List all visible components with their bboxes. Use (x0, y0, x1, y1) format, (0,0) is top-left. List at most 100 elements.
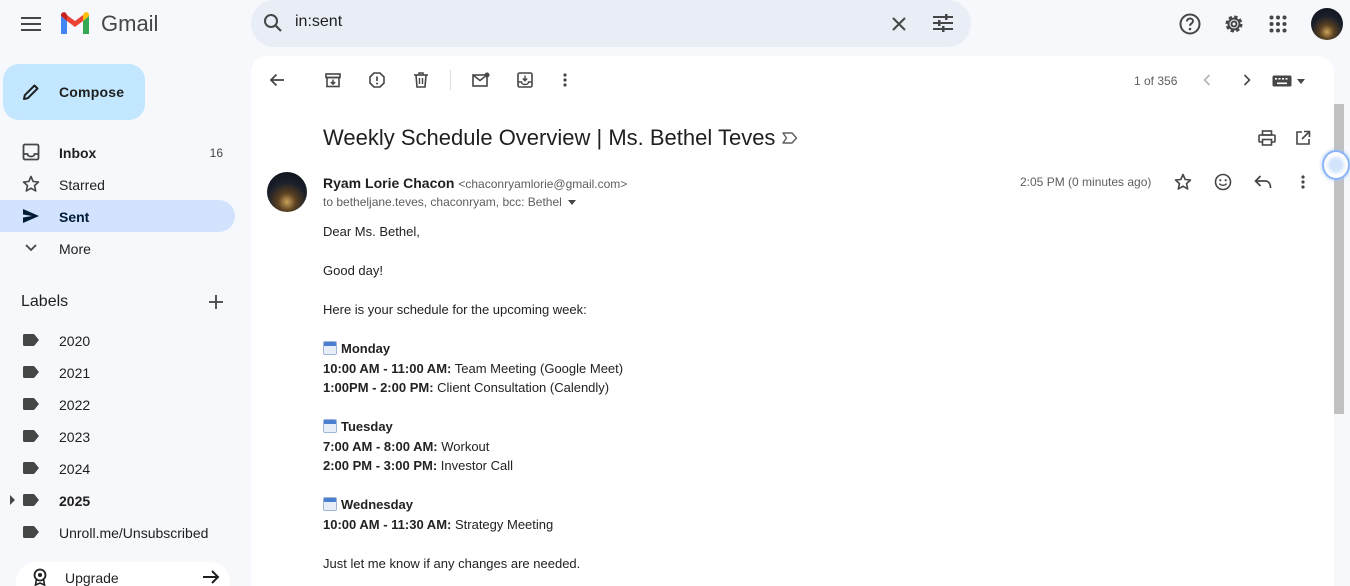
compose-button[interactable]: Compose (3, 64, 145, 120)
help-button[interactable] (1170, 4, 1210, 44)
arrow-left-icon (269, 73, 285, 87)
search-icon[interactable] (263, 13, 283, 33)
sidebar-item-label: Inbox (59, 145, 97, 161)
keyboard-icon (1272, 75, 1292, 87)
arrow-right-icon (202, 569, 220, 585)
label-item-unroll[interactable]: Unroll.me/Unsubscribed (0, 516, 235, 548)
send-icon (22, 207, 40, 225)
move-to-button[interactable] (509, 64, 541, 96)
greeting: Dear Ms. Bethel, (323, 224, 420, 239)
label-name: 2025 (59, 493, 91, 509)
email-subject: Weekly Schedule Overview | Ms. Bethel Te… (323, 125, 776, 150)
apps-button[interactable] (1258, 4, 1298, 44)
label-important-icon[interactable] (782, 131, 798, 145)
sidebar-item-more[interactable]: More (0, 232, 235, 264)
delete-button[interactable] (405, 64, 437, 96)
gmail-logo[interactable]: Gmail (59, 11, 159, 37)
label-item-2023[interactable]: 2023 (0, 420, 235, 452)
calendar-icon (323, 341, 337, 355)
report-icon (369, 72, 385, 88)
chevron-down-icon (24, 239, 38, 257)
settings-button[interactable] (1214, 4, 1254, 44)
add-label-icon[interactable] (208, 294, 224, 310)
reply-icon (1254, 174, 1272, 190)
move-to-inbox-icon (517, 72, 533, 88)
calendar-icon (323, 497, 337, 511)
schedule-entry: 10:00 AM - 11:00 AM: Team Meeting (Googl… (323, 360, 624, 376)
sidebar-item-inbox[interactable]: Inbox 16 (0, 136, 235, 168)
label-tag-icon (23, 366, 39, 378)
more-actions-button[interactable] (549, 64, 581, 96)
reply-button[interactable] (1247, 166, 1279, 198)
upgrade-label: Upgrade (65, 570, 119, 586)
main-menu-button[interactable] (11, 4, 51, 44)
labels-heading: Labels (21, 293, 69, 310)
label-item-2025[interactable]: 2025 (0, 484, 235, 516)
schedule-entry: 2:00 PM - 3:00 PM: Investor Call (323, 458, 514, 473)
sidebar-item-label: Sent (59, 209, 90, 225)
print-icon (1258, 130, 1276, 146)
label-item-2024[interactable]: 2024 (0, 452, 235, 484)
inbox-icon (22, 143, 40, 161)
close-icon[interactable] (891, 16, 907, 32)
back-button[interactable] (261, 64, 293, 96)
emoji-react-button[interactable] (1207, 166, 1239, 198)
trash-icon (414, 72, 428, 88)
recipients-text: to betheljane.teves, chaconryam, bcc: Be… (323, 195, 562, 209)
label-tag-icon (23, 526, 39, 538)
label-tag-icon (23, 334, 39, 346)
message-more-button[interactable] (1287, 166, 1319, 198)
search-bar[interactable]: in:sent (251, 0, 971, 47)
app-name: Gmail (101, 11, 159, 36)
caret-down-icon (1297, 78, 1305, 84)
day-heading: Monday (323, 339, 623, 359)
input-tools-button[interactable] (1272, 72, 1312, 90)
side-panel-widget[interactable] (1322, 150, 1350, 180)
unread-count: 16 (209, 146, 223, 160)
apps-grid-icon (1269, 15, 1287, 33)
closing: Just let me know if any changes are need… (323, 555, 581, 571)
label-name: 2021 (59, 365, 91, 381)
star-button[interactable] (1167, 166, 1199, 198)
sidebar-item-label: Starred (59, 177, 105, 193)
mark-unread-button[interactable] (465, 64, 497, 96)
label-item-2022[interactable]: 2022 (0, 388, 235, 420)
more-vert-icon (1301, 175, 1305, 189)
help-icon (1179, 13, 1201, 35)
recipients-line[interactable]: to betheljane.teves, chaconryam, bcc: Be… (323, 195, 576, 209)
compose-label: Compose (59, 84, 125, 100)
schedule-entry: 10:00 AM - 11:30 AM: Strategy Meeting (323, 516, 554, 532)
schedule-entry: 1:00PM - 2:00 PM: Client Consultation (C… (323, 380, 610, 395)
archive-button[interactable] (317, 64, 349, 96)
account-avatar[interactable] (1311, 8, 1343, 40)
sender-line: Ryam Lorie Chacon <chaconryamlorie@gmail… (323, 175, 627, 191)
open-new-window-button[interactable] (1287, 122, 1319, 154)
newer-button[interactable] (1191, 64, 1223, 96)
print-button[interactable] (1251, 122, 1283, 154)
gear-icon (1223, 13, 1245, 35)
expand-caret-icon[interactable] (10, 495, 16, 505)
tune-icon[interactable] (933, 14, 953, 32)
label-tag-icon (23, 494, 39, 506)
caret-down-icon[interactable] (567, 199, 576, 205)
label-item-2021[interactable]: 2021 (0, 356, 235, 388)
label-item-2020[interactable]: 2020 (0, 324, 235, 356)
search-input[interactable]: in:sent (295, 13, 342, 31)
report-spam-button[interactable] (361, 64, 393, 96)
star-icon (22, 175, 40, 193)
older-button[interactable] (1231, 64, 1263, 96)
label-name: 2022 (59, 397, 91, 413)
mail-unread-icon (472, 72, 490, 88)
day-heading: Tuesday (323, 417, 623, 437)
label-name: 2023 (59, 429, 91, 445)
sender-avatar[interactable] (267, 172, 307, 212)
sidebar-item-label: More (59, 241, 91, 257)
sidebar-item-starred[interactable]: Starred (0, 168, 235, 200)
star-icon (1174, 173, 1192, 191)
schedule-entry: 7:00 AM - 8:00 AM: Workout (323, 438, 490, 454)
sidebar-item-sent[interactable]: Sent (0, 200, 235, 232)
chevron-left-icon (1203, 74, 1211, 86)
label-name: 2020 (59, 333, 91, 349)
upgrade-button[interactable]: Upgrade (16, 562, 230, 586)
sender-name[interactable]: Ryam Lorie Chacon (323, 175, 454, 191)
